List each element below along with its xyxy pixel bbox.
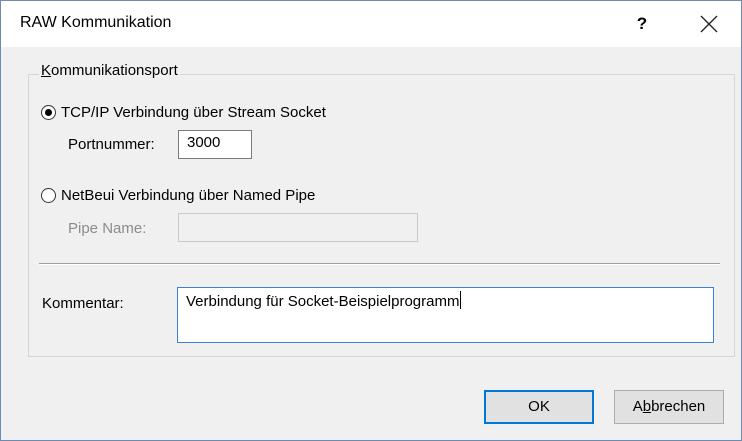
dialog-window: RAW Kommunikation ? Kommunikationsport T… (0, 0, 742, 441)
tcp-radio-button[interactable] (41, 105, 56, 120)
tcp-radio-label: TCP/IP Verbindung über Stream Socket (61, 104, 326, 121)
close-button[interactable] (691, 7, 727, 41)
legend-text: ommunikationsport (51, 62, 178, 79)
comment-input-text: Verbindung für Socket-Beispielprogramm (186, 293, 460, 310)
port-input[interactable]: 3000 (178, 130, 252, 159)
group-legend-kommunikationsport: Kommunikationsport (39, 62, 180, 79)
netbeui-radio-button[interactable] (41, 188, 56, 203)
ok-button[interactable]: OK (484, 390, 594, 424)
port-label: Portnummer: (68, 136, 155, 153)
pipe-name-input (178, 213, 418, 242)
text-caret (460, 291, 462, 309)
legend-mnemonic: K (41, 62, 52, 79)
close-icon (700, 15, 718, 33)
cancel-label-rest: brechen (651, 398, 706, 415)
separator-line (39, 263, 720, 265)
cancel-label-mnemonic: b (642, 398, 652, 415)
netbeui-radio-option[interactable]: NetBeui Verbindung über Named Pipe (41, 187, 315, 204)
title-bar: RAW Kommunikation ? (1, 1, 741, 47)
comment-label: Kommentar: (42, 295, 124, 312)
comment-input[interactable]: Verbindung für Socket-Beispielprogramm (177, 287, 714, 343)
cancel-label-prefix: A (632, 398, 643, 415)
netbeui-radio-label: NetBeui Verbindung über Named Pipe (61, 187, 316, 204)
window-title: RAW Kommunikation (20, 14, 172, 31)
cancel-button[interactable]: Abbrechen (614, 390, 724, 424)
tcp-radio-option[interactable]: TCP/IP Verbindung über Stream Socket (41, 104, 326, 121)
pipe-name-label: Pipe Name: (68, 220, 147, 237)
help-button[interactable]: ? (627, 9, 657, 39)
